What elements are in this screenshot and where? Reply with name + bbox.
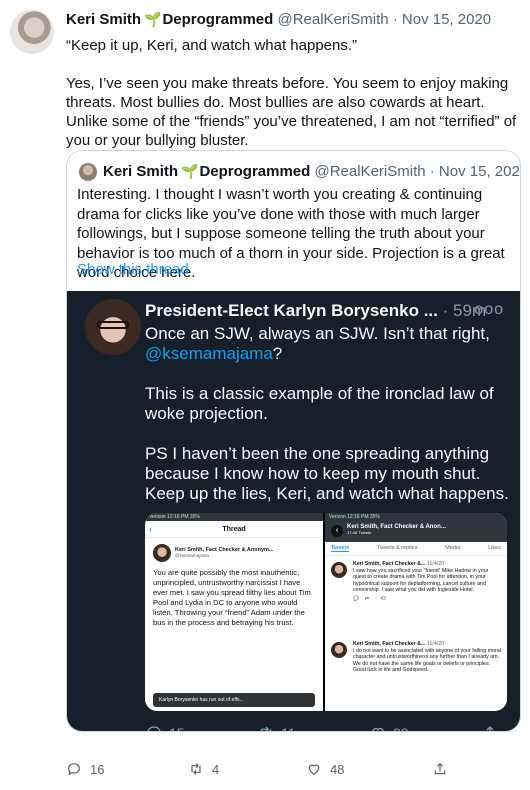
share-icon — [434, 762, 446, 775]
screenshot-author: Keri Smith, Fact Checker & Anonym... @kse… — [145, 538, 323, 562]
embedded-tweet-image[interactable]: President-Elect Karlyn Borysenko ... · 5… — [67, 291, 520, 731]
reply-icon — [68, 763, 80, 776]
mini-avatar — [331, 562, 347, 578]
list-item-date: 11/4/20 — [426, 561, 445, 567]
dot-separator: · — [429, 163, 435, 180]
tweet-actions: 16 4 48 — [66, 761, 446, 781]
tweet: Keri Smith 🌱Deprogrammed @RealKeriSmith ·… — [0, 0, 530, 790]
reply-button[interactable]: 16 — [66, 761, 104, 777]
tab-media: Media — [445, 545, 461, 551]
embedded-paragraph: Once an SJW, always an SJW. Isn’t that r… — [145, 324, 515, 364]
status-bar: Verizon 12:16 PM 35% — [325, 513, 507, 521]
quoted-date: Nov 15, 2020 — [438, 163, 521, 180]
list-item-body: Keri Smith, Fact Checker &... 11/4/20 I d… — [353, 641, 501, 674]
back-icon: ‹ — [331, 525, 343, 537]
heart-icon — [308, 764, 320, 776]
list-item: Keri Smith, Fact Checker &... 11/4/20 I s… — [325, 556, 507, 636]
retweet-count: 11 — [281, 725, 296, 731]
embedded-actions: 15 11 83 — [145, 724, 515, 731]
dot-separator: · — [442, 301, 449, 320]
tweet-date[interactable]: Nov 15, 2020 — [402, 11, 491, 28]
screenshot-title-bar: ‹ Thread — [145, 521, 323, 538]
list-item-actions: 💬 ⇄ ♡ 43 — [353, 595, 386, 602]
retweet-icon — [260, 726, 272, 731]
like-button[interactable]: 48 — [306, 761, 344, 777]
sprout-icon: 🌱 — [144, 11, 162, 27]
status-time: 12:16 PM — [347, 514, 369, 520]
status-battery: 35% — [369, 514, 380, 520]
retweet-button[interactable]: 4 — [188, 761, 219, 777]
retweet-count: 4 — [212, 761, 220, 777]
status-battery: 35% — [189, 514, 200, 520]
list-item-text: I saw how you sacrificed your “friend” M… — [353, 567, 489, 594]
embedded-line-end: ? — [272, 344, 283, 363]
status-bar: Verizon 12:16 PM 35% — [145, 513, 323, 521]
embedded-line: Once an SJW, always an SJW. Isn’t that r… — [145, 324, 490, 343]
list-item: Keri Smith, Fact Checker &... 11/4/20 I d… — [325, 636, 507, 711]
glasses-decoration — [97, 321, 129, 329]
profile-tweet-count: 17.4K Tweets — [347, 530, 372, 535]
tab-likes: Likes — [488, 545, 501, 551]
mini-avatar — [153, 544, 171, 562]
author-name[interactable]: Keri Smith — [66, 11, 141, 28]
status-carrier: Verizon — [329, 514, 346, 520]
share-button[interactable] — [432, 761, 448, 777]
profile-tabs: Tweets Tweets & replies Media Likes — [325, 542, 507, 556]
tweet-paragraph: Yes, I’ve seen you make threats before. … — [66, 75, 517, 149]
dot-separator: · — [392, 11, 398, 28]
reply-count: 16 — [90, 761, 105, 777]
list-item-text: I do not want to be associated with anyo… — [353, 647, 501, 674]
quoted-author-name: Keri Smith — [103, 163, 179, 180]
back-icon: ‹ — [149, 524, 152, 534]
tab-tweets: Tweets — [331, 545, 350, 552]
mention-link: @ksemamajama — [145, 344, 273, 363]
list-item-name: Keri Smith, Fact Checker &... — [353, 561, 426, 567]
list-item-body: Keri Smith, Fact Checker &... 11/4/20 I s… — [353, 561, 501, 594]
avatar[interactable] — [10, 10, 54, 54]
quoted-handle: @RealKeriSmith — [314, 163, 426, 180]
quoted-tweet[interactable]: Keri Smith 🌱Deprogrammed @RealKeriSmith ·… — [66, 150, 521, 732]
screenshot-footer: Karlyn Borysenko has run out of effs... — [153, 693, 315, 707]
embedded-like: 83 — [369, 724, 409, 731]
status-carrier: Verizon — [149, 514, 166, 520]
heart-icon — [372, 727, 384, 731]
show-thread-link[interactable]: Show this thread — [77, 261, 189, 278]
embedded-author-name: President-Elect Karlyn Borysenko ... — [145, 301, 438, 320]
reply-icon — [147, 726, 161, 731]
attached-screenshots: Verizon 12:16 PM 35% ‹ Thread Keri Smith,… — [145, 513, 507, 711]
screenshot-left: Verizon 12:16 PM 35% ‹ Thread Keri Smith,… — [145, 513, 323, 711]
profile-header: ‹ Keri Smith, Fact Checker & Anon... 17.… — [325, 521, 507, 542]
embedded-reply: 15 — [145, 724, 185, 731]
quoted-author-suffix: Deprogrammed — [199, 163, 311, 180]
list-item-name: Keri Smith, Fact Checker &... — [353, 641, 426, 647]
tweet-paragraph: “Keep it up, Keri, and watch what happen… — [66, 37, 358, 54]
embedded-paragraph: This is a classic example of the ironcla… — [145, 384, 494, 423]
screenshot-text: You are quite possibly the most inauthen… — [153, 568, 311, 627]
list-item-likes: 43 — [380, 595, 386, 602]
list-item-date: 11/4/20 — [426, 641, 445, 647]
sprout-icon: 🌱 — [181, 163, 199, 179]
embedded-text: Once an SJW, always an SJW. Isn’t that r… — [145, 324, 515, 524]
screenshot-right: Verizon 12:16 PM 35% ‹ Keri Smith, Fact … — [325, 513, 507, 711]
like-count: 83 — [393, 725, 409, 731]
more-icon: ooo — [474, 301, 504, 318]
embedded-retweet: 11 — [257, 724, 296, 731]
author-suffix[interactable]: Deprogrammed — [162, 11, 273, 28]
tweet-header: Keri Smith 🌱Deprogrammed @RealKeriSmith ·… — [66, 11, 491, 28]
quoted-avatar — [79, 163, 97, 181]
screenshot-author-handle: @ksemamajama — [175, 553, 209, 558]
mini-avatar — [331, 642, 347, 658]
author-handle[interactable]: @RealKeriSmith — [277, 11, 388, 28]
reply-count: 15 — [169, 725, 185, 731]
status-time: 12:16 PM — [167, 514, 189, 520]
embedded-header: President-Elect Karlyn Borysenko ... · 5… — [145, 301, 515, 321]
quoted-header: Keri Smith 🌱Deprogrammed @RealKeriSmith ·… — [103, 163, 521, 180]
embedded-paragraph: PS I haven’t been the one spreading anyt… — [145, 444, 509, 503]
like-count: 48 — [330, 761, 345, 777]
screenshot-title: Thread — [222, 526, 246, 533]
share-icon — [486, 726, 494, 731]
retweet-icon — [191, 763, 201, 775]
tab-tweets-replies: Tweets & replies — [377, 545, 418, 551]
embedded-share — [481, 724, 499, 731]
